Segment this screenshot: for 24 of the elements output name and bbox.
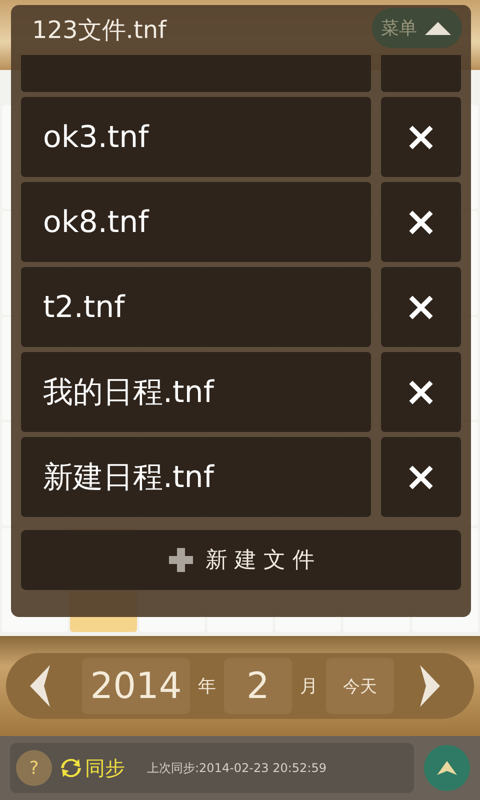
plus-icon xyxy=(168,547,194,573)
sync-button[interactable]: 同步 xyxy=(60,754,125,782)
arrowhead-icon xyxy=(436,760,458,776)
file-item[interactable]: 新建日程.tnf xyxy=(21,437,371,517)
month-field[interactable]: 2 xyxy=(224,658,292,714)
file-item[interactable]: ok8.tnf xyxy=(21,182,371,262)
delete-button[interactable]: × xyxy=(381,182,461,262)
sync-icon xyxy=(60,756,82,780)
last-sync-text: 上次同步:2014-02-23 20:52:59 xyxy=(147,760,326,776)
year-unit: 年 xyxy=(198,675,216,698)
delete-button[interactable]: × xyxy=(381,97,461,177)
delete-button[interactable]: × xyxy=(381,437,461,517)
dialog-title: 123文件.tnf xyxy=(32,15,167,46)
file-item[interactable]: t2.tnf xyxy=(21,267,371,347)
today-button[interactable]: 今天 xyxy=(326,658,394,714)
new-file-button[interactable]: 新 建 文 件 xyxy=(21,530,461,590)
file-item[interactable]: 我的日程.tnf xyxy=(21,352,371,432)
year-field[interactable]: 2014 xyxy=(82,658,190,714)
file-item[interactable]: ok3.tnf xyxy=(21,97,371,177)
delete-button[interactable]: × xyxy=(381,352,461,432)
month-unit: 月 xyxy=(300,675,318,698)
expand-button[interactable] xyxy=(424,745,470,791)
triangle-icon xyxy=(423,20,453,36)
delete-button[interactable]: × xyxy=(381,267,461,347)
